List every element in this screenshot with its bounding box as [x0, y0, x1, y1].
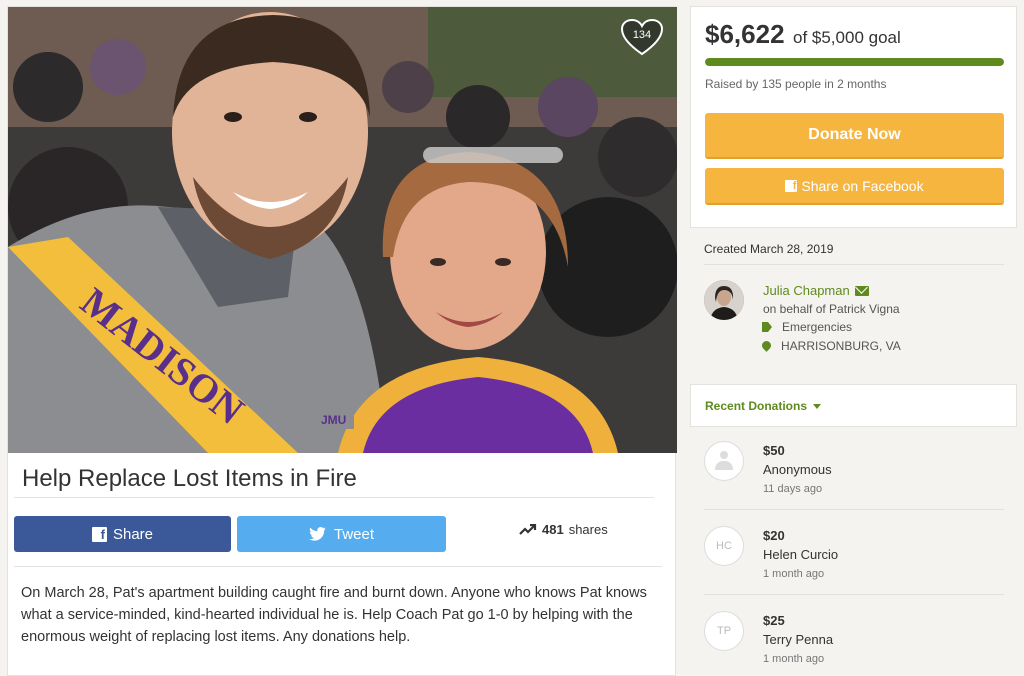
- campaign-title: Help Replace Lost Items in Fire: [22, 465, 357, 492]
- heart-button[interactable]: 134: [621, 19, 663, 57]
- mail-icon[interactable]: [854, 285, 869, 296]
- donation-time: 11 days ago: [763, 483, 823, 495]
- donor-avatar: [704, 441, 744, 481]
- funding-progress-fill: [705, 58, 1004, 66]
- goal-text: of $5,000 goal: [793, 28, 901, 47]
- donation-time: 1 month ago: [763, 653, 825, 665]
- svg-text:JMU: JMU: [321, 413, 346, 427]
- caret-down-icon: [813, 403, 822, 409]
- tweet-button[interactable]: Tweet: [237, 516, 446, 552]
- donation-time: 1 month ago: [763, 568, 825, 580]
- campaign-story: On March 28, Pat's apartment building ca…: [21, 585, 647, 645]
- recent-donations-label: Recent Donations: [705, 399, 808, 413]
- organizer: Julia Chapman: [763, 283, 869, 298]
- funding-progress-bar: [705, 58, 1004, 66]
- user-icon: [715, 451, 733, 471]
- location: HARRISONBURG, VA: [762, 339, 901, 353]
- organizer-photo: [704, 280, 744, 320]
- donation-amount: $50: [763, 443, 785, 458]
- facebook-share-button[interactable]: f Share: [14, 516, 231, 552]
- recent-donations-toggle[interactable]: Recent Donations: [705, 399, 822, 413]
- category-label[interactable]: Emergencies: [782, 320, 852, 334]
- campaign-panel: MADISON JMU 134 Help Replace Lost Items …: [7, 6, 677, 676]
- divider: [14, 566, 662, 567]
- share-on-facebook-button[interactable]: f Share on Facebook: [705, 168, 1004, 205]
- donation-amount: $20: [763, 528, 785, 543]
- divider: [704, 594, 1004, 595]
- tweet-label: Tweet: [333, 525, 375, 543]
- donor-avatar: HC: [704, 526, 744, 566]
- donate-now-button[interactable]: Donate Now: [705, 113, 1004, 159]
- tag-icon: [762, 322, 772, 332]
- donor-name: Helen Curcio: [763, 547, 839, 562]
- heart-count: 134: [632, 29, 652, 41]
- raised-amount: $6,622: [705, 19, 785, 49]
- raised-summary: Raised by 135 people in 2 months: [705, 77, 887, 91]
- donation-amount: $25: [763, 613, 785, 628]
- twitter-icon: [309, 527, 326, 541]
- shares-label: shares: [568, 522, 608, 537]
- beneficiary: on behalf of Patrick Vigna: [763, 302, 900, 316]
- shares-number: 481: [542, 522, 564, 537]
- donor-avatar: TP: [704, 611, 744, 651]
- facebook-share-label: Share: [112, 525, 154, 543]
- donor-name: Terry Penna: [763, 632, 834, 647]
- divider: [704, 509, 1004, 510]
- recent-donations-header[interactable]: Recent Donations: [690, 384, 1017, 427]
- campaign-photo-image: MADISON JMU: [8, 7, 677, 453]
- divider: [704, 264, 1004, 265]
- funding-card: $6,622 of $5,000 goal Raised by 135 peop…: [690, 6, 1017, 228]
- divider: [14, 497, 654, 498]
- campaign-photo[interactable]: MADISON JMU 134: [8, 7, 677, 453]
- location-label: HARRISONBURG, VA: [781, 339, 901, 353]
- organizer-avatar[interactable]: [704, 280, 744, 320]
- organizer-name[interactable]: Julia Chapman: [763, 283, 850, 298]
- created-date: Created March 28, 2019: [704, 242, 834, 256]
- donor-name: Anonymous: [763, 462, 832, 477]
- share-on-facebook-label: Share on Facebook: [801, 177, 924, 194]
- location-pin-icon: [762, 341, 771, 352]
- shares-count: 481 shares: [519, 522, 608, 537]
- trending-icon: [519, 523, 537, 535]
- facebook-icon: f: [91, 526, 107, 542]
- category: Emergencies: [762, 320, 852, 334]
- facebook-icon: f: [785, 179, 798, 192]
